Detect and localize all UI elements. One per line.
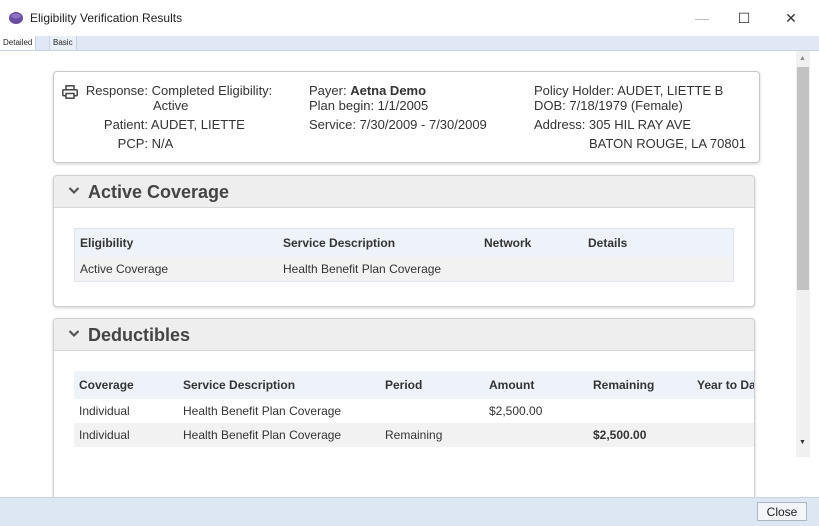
results-content: Response: Completed Eligibility: Active … xyxy=(0,51,796,497)
maximize-button[interactable]: ☐ xyxy=(721,4,767,32)
window-title: Eligibility Verification Results xyxy=(30,11,183,25)
scroll-down-arrow-icon[interactable]: ▼ xyxy=(799,439,806,446)
summary-card: Response: Completed Eligibility: Active … xyxy=(53,71,760,163)
address-line-2: BATON ROUGE, LA 70801 xyxy=(589,136,747,151)
deductibles-panel: Deductibles Coverage Service Description… xyxy=(53,318,755,497)
tab-bar: Detailed Basic xyxy=(0,36,819,51)
scroll-up-arrow-icon[interactable]: ▲ xyxy=(799,55,806,62)
payer-column: Payer: Aetna Demo Plan begin: 1/1/2005 S… xyxy=(309,81,487,134)
response-label: Response: xyxy=(85,83,148,98)
table-cell xyxy=(380,399,484,423)
column-header: Eligibility xyxy=(74,228,278,257)
printer-icon[interactable] xyxy=(62,85,78,99)
tab-detailed[interactable]: Detailed xyxy=(0,36,37,50)
tab-basic[interactable]: Basic xyxy=(49,36,77,51)
minimize-button[interactable]: — xyxy=(679,4,725,32)
column-header: Service Description xyxy=(278,228,479,257)
deductibles-header[interactable]: Deductibles xyxy=(54,319,754,351)
footer-bar: Close xyxy=(0,497,819,526)
column-header: Coverage xyxy=(74,371,178,399)
active-coverage-table: Eligibility Service Description Network … xyxy=(74,228,734,282)
table-cell xyxy=(484,423,588,447)
service-dates: Service: 7/30/2009 - 7/30/2009 xyxy=(309,117,487,132)
vertical-scrollbar[interactable]: ▲ ▼ xyxy=(796,51,810,457)
table-cell: Remaining xyxy=(380,423,484,447)
table-cell: Health Benefit Plan Coverage xyxy=(178,423,380,447)
plan-begin: Plan begin: 1/1/2005 xyxy=(309,98,429,113)
table-header-row: Coverage Service Description Period Amou… xyxy=(74,371,754,399)
active-coverage-header[interactable]: Active Coverage xyxy=(54,176,754,208)
scrollbar-thumb[interactable] xyxy=(797,67,809,290)
table-cell: Individual xyxy=(74,423,178,447)
column-header: Year to Date xyxy=(692,371,754,399)
table-cell: Health Benefit Plan Coverage xyxy=(178,399,380,423)
pcp-label: PCP: xyxy=(117,136,148,151)
app-icon xyxy=(9,12,23,24)
table-cell xyxy=(692,423,754,447)
column-header: Details xyxy=(583,228,734,257)
table-row: Active Coverage Health Benefit Plan Cove… xyxy=(74,257,734,282)
patient-value: AUDET, LIETTE xyxy=(150,117,245,132)
chevron-down-icon[interactable] xyxy=(68,186,80,195)
deductibles-title: Deductibles xyxy=(88,325,191,345)
table-cell xyxy=(588,399,692,423)
close-window-button[interactable]: ✕ xyxy=(768,4,814,32)
pcp-value: N/A xyxy=(151,136,174,151)
table-cell: Active Coverage xyxy=(74,257,278,282)
table-cell: Health Benefit Plan Coverage xyxy=(278,257,479,282)
active-coverage-title: Active Coverage xyxy=(88,182,230,202)
column-header: Service Description xyxy=(178,371,380,399)
patient-label: Patient: xyxy=(103,117,148,132)
table-row: Individual Health Benefit Plan Coverage … xyxy=(74,423,754,447)
response-column: Response: Completed Eligibility: Active … xyxy=(82,81,272,153)
column-header: Period xyxy=(380,371,484,399)
table-header-row: Eligibility Service Description Network … xyxy=(74,228,734,257)
title-bar: Eligibility Verification Results — ☐ ✕ xyxy=(0,0,819,36)
deductibles-table: Coverage Service Description Period Amou… xyxy=(74,371,754,447)
active-coverage-panel: Active Coverage Eligibility Service Desc… xyxy=(53,175,755,307)
table-cell: Individual xyxy=(74,399,178,423)
table-cell: $2,500.00 xyxy=(484,399,588,423)
close-button[interactable]: Close xyxy=(757,502,807,521)
table-row: Individual Health Benefit Plan Coverage … xyxy=(74,399,754,423)
chevron-down-icon[interactable] xyxy=(68,329,80,338)
policy-column: Policy Holder: AUDET, LIETTE B DOB: 7/18… xyxy=(534,81,746,153)
table-cell xyxy=(692,399,754,423)
column-header: Remaining xyxy=(588,371,692,399)
table-cell xyxy=(583,257,734,282)
table-cell: $2,500.00 xyxy=(588,423,692,447)
column-header: Network xyxy=(479,228,583,257)
table-cell xyxy=(479,257,583,282)
address-line-1: Address: 305 HIL RAY AVE xyxy=(534,117,692,132)
column-header: Amount xyxy=(484,371,588,399)
